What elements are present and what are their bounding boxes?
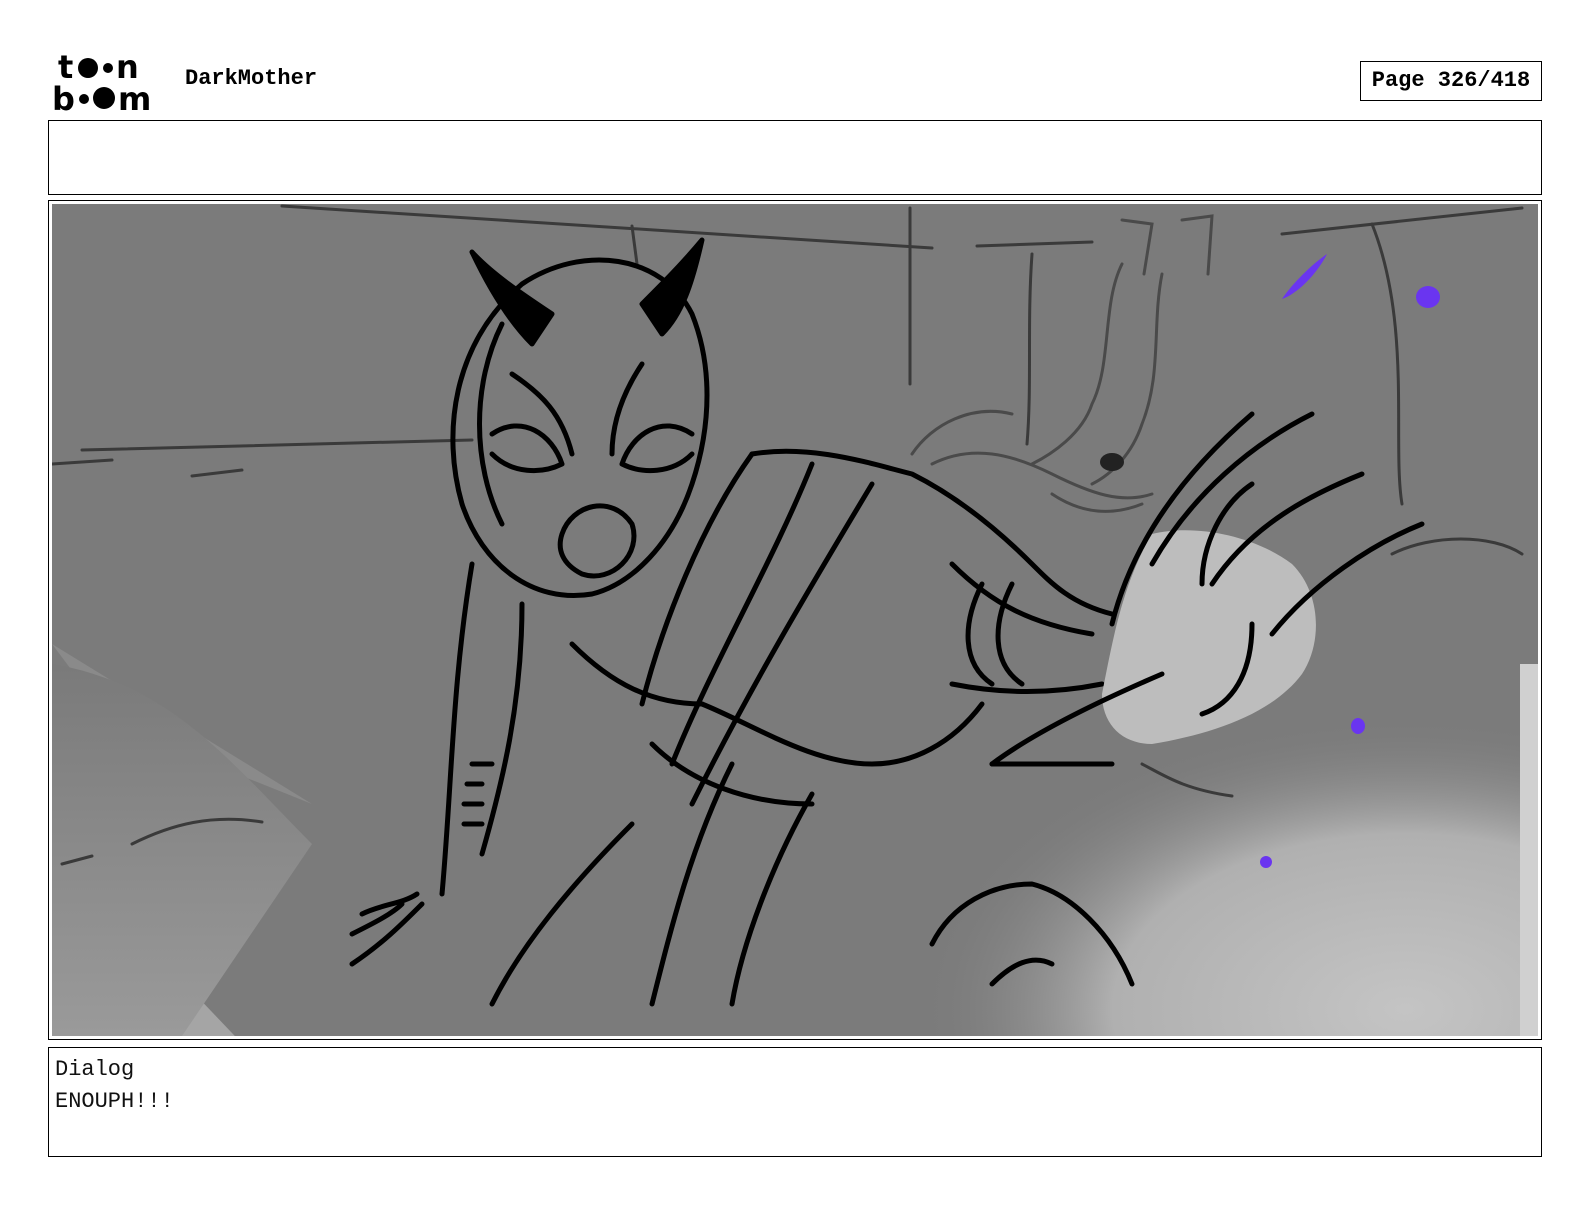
notes-box <box>48 120 1542 195</box>
dialog-text: ENOUPH!!! <box>55 1089 174 1114</box>
toon-boom-logo: t n b m <box>52 50 151 112</box>
svg-text:b: b <box>52 80 75 112</box>
storyboard-sketch-image <box>52 204 1538 1036</box>
page-indicator: Page 326/418 <box>1360 61 1542 101</box>
dialog-box: Dialog ENOUPH!!! <box>48 1047 1542 1157</box>
dialog-label: Dialog <box>55 1057 135 1082</box>
project-title: DarkMother <box>185 66 318 91</box>
svg-text:m: m <box>118 80 151 112</box>
